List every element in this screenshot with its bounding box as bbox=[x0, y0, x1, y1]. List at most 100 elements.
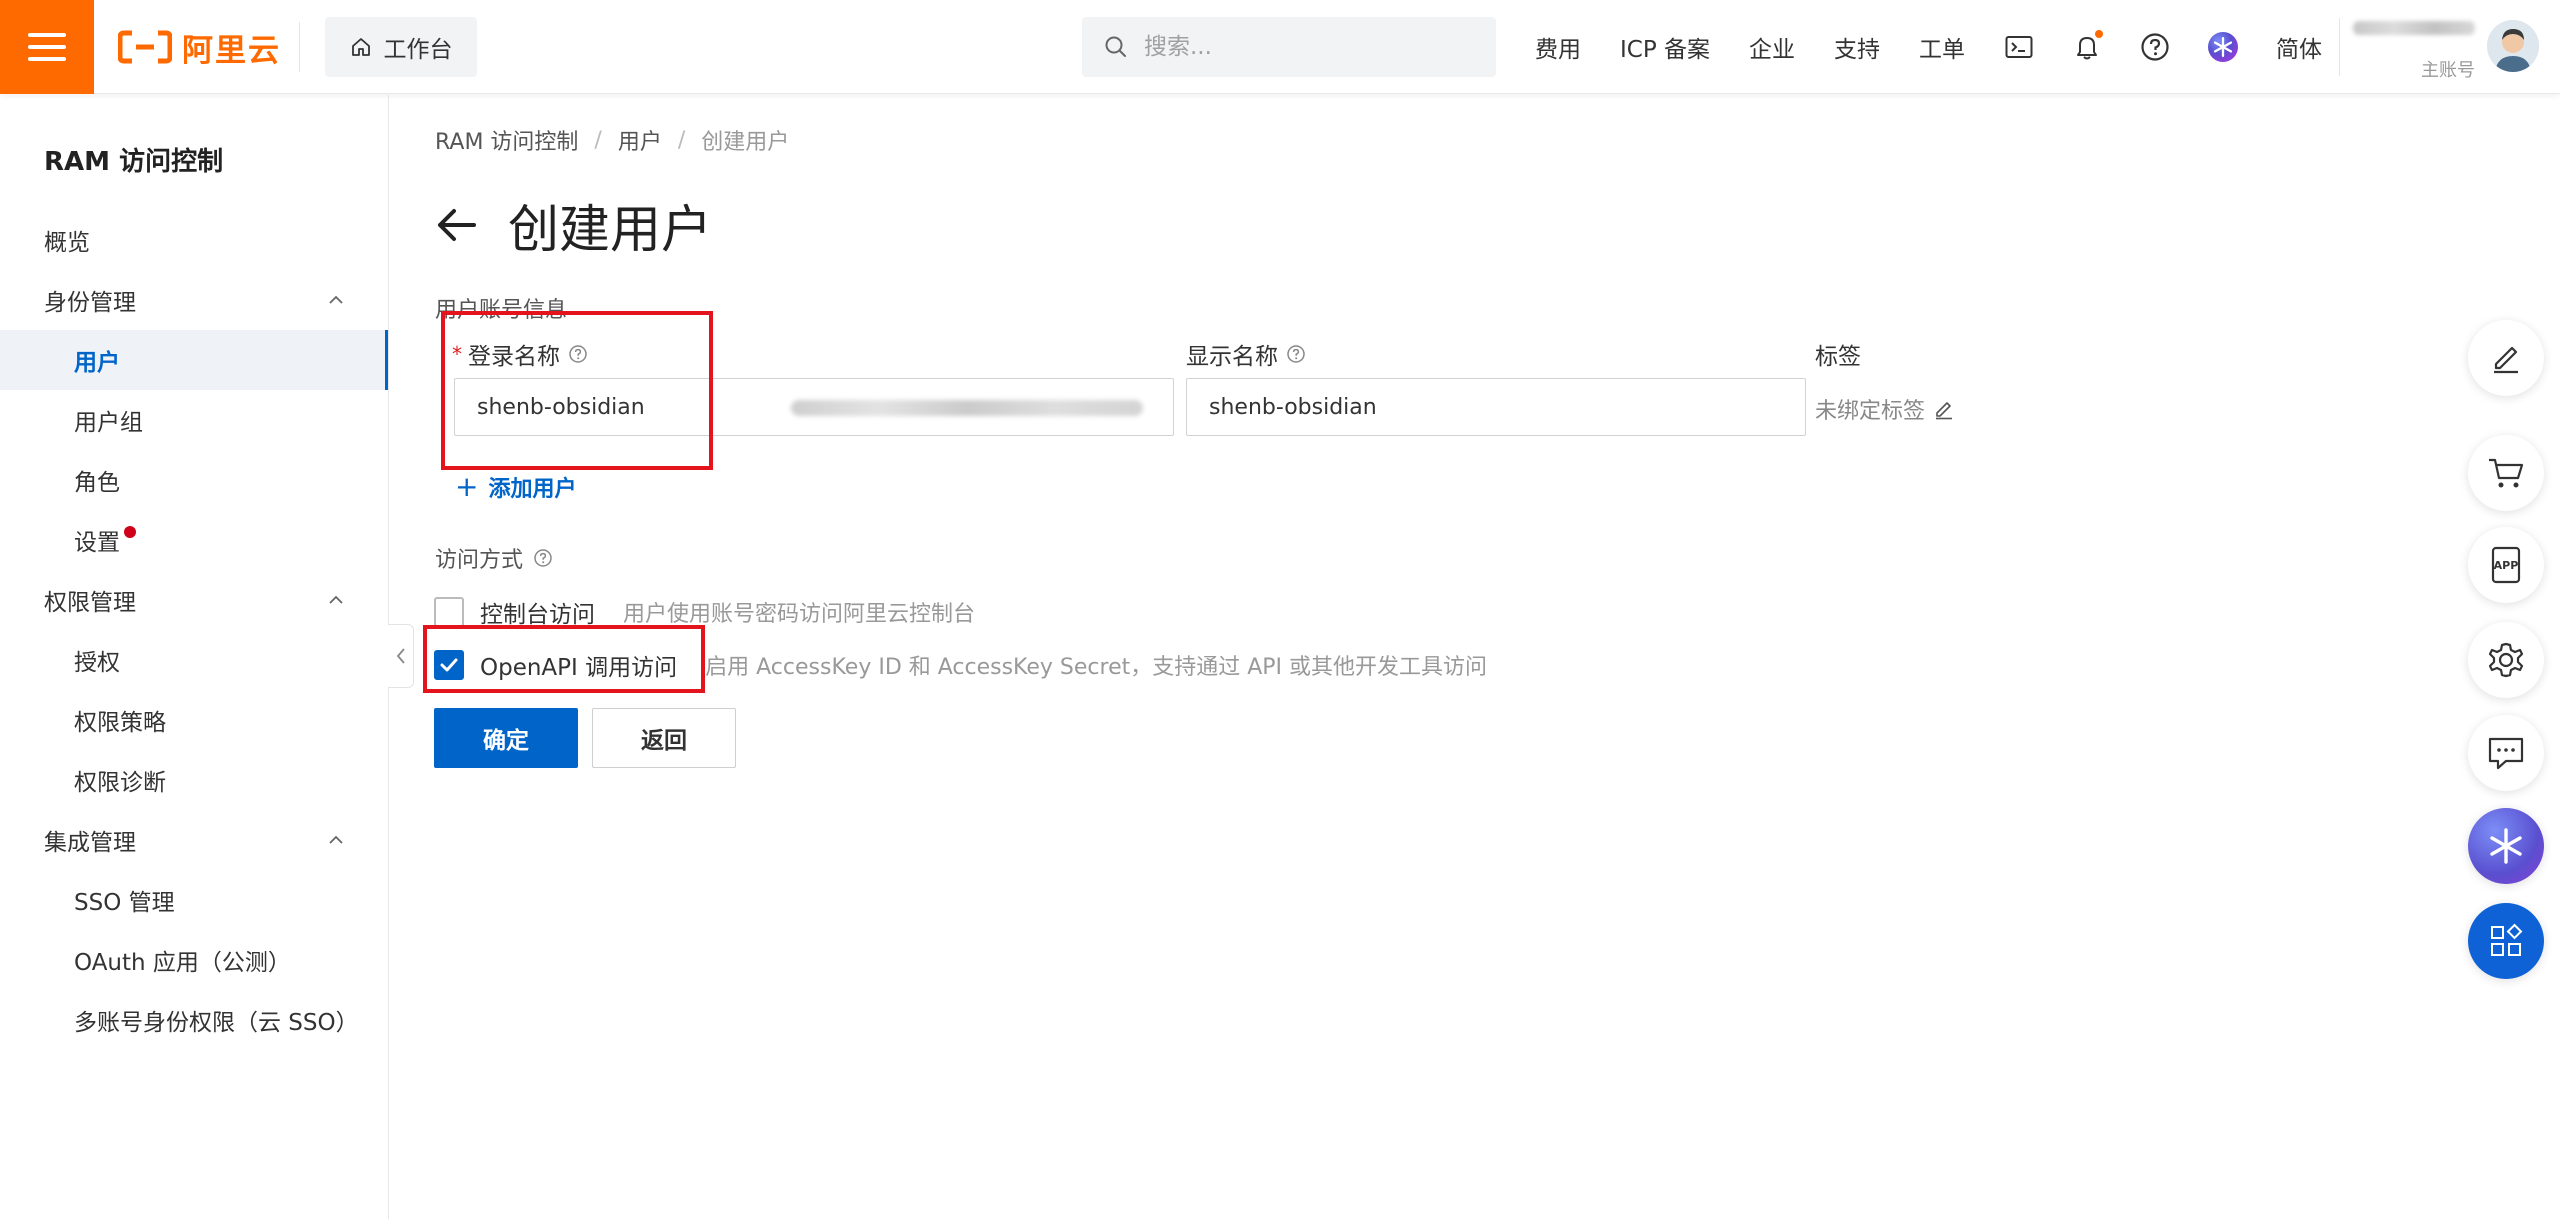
sidebar-item-oauth[interactable]: OAuth 应用（公测） bbox=[0, 930, 388, 990]
account-role: 主账号 bbox=[2421, 60, 2475, 81]
pencil-icon bbox=[2494, 346, 2518, 374]
back-button[interactable]: 返回 bbox=[592, 708, 736, 768]
help-icon[interactable] bbox=[568, 344, 588, 364]
nav-ticket[interactable]: 工单 bbox=[1919, 30, 1965, 64]
sidebar-item-diagnosis[interactable]: 权限诊断 bbox=[0, 750, 388, 810]
divider bbox=[2339, 18, 2340, 76]
back-arrow-icon[interactable] bbox=[432, 201, 480, 249]
nav-enterprise[interactable]: 企业 bbox=[1749, 30, 1795, 64]
chevron-up-icon bbox=[329, 595, 343, 604]
menu-line bbox=[28, 57, 66, 61]
required-mark: * bbox=[452, 342, 462, 366]
tags-value-text: 未绑定标签 bbox=[1815, 399, 1926, 424]
access-method-label-text: 访问方式 bbox=[435, 548, 524, 573]
add-user-label: 添加用户 bbox=[488, 476, 577, 502]
ai-assistant-button[interactable] bbox=[2468, 808, 2544, 884]
breadcrumb-ram[interactable]: RAM 访问控制 bbox=[435, 124, 578, 156]
openapi-access-checkbox[interactable] bbox=[434, 650, 464, 680]
search-icon bbox=[1105, 36, 1126, 57]
sidebar-item-settings[interactable]: 设置 bbox=[0, 510, 388, 570]
sidebar-item-cloud-sso[interactable]: 多账号身份权限（云 SSO） bbox=[0, 990, 388, 1050]
sidebar-item-label: 授权 bbox=[74, 650, 120, 676]
sidebar-group-permissions[interactable]: 权限管理 bbox=[0, 570, 388, 630]
sidebar-collapse-button[interactable] bbox=[388, 624, 414, 688]
ai-assistant-icon[interactable] bbox=[2208, 32, 2239, 62]
tags-label: 标签 bbox=[1815, 337, 1861, 371]
sidebar-item-label: 用户组 bbox=[74, 410, 143, 436]
home-icon bbox=[351, 38, 370, 56]
settings-button[interactable] bbox=[2468, 622, 2544, 698]
feedback-edit-button[interactable] bbox=[2468, 320, 2544, 396]
sidebar-group-identity[interactable]: 身份管理 bbox=[0, 270, 388, 330]
add-user-button[interactable]: + 添加用户 bbox=[455, 470, 576, 503]
nav-support[interactable]: 支持 bbox=[1834, 30, 1880, 64]
sidebar-item-label: 权限管理 bbox=[44, 590, 136, 616]
sidebar-item-label: 概览 bbox=[44, 230, 90, 256]
sidebar-item-user-groups[interactable]: 用户组 bbox=[0, 390, 388, 450]
nav-icp[interactable]: ICP 备案 bbox=[1620, 30, 1710, 64]
hamburger-menu-button[interactable] bbox=[0, 0, 94, 94]
breadcrumb: RAM 访问控制 / 用户 / 创建用户 bbox=[435, 124, 789, 156]
sidebar-item-label: 设置 bbox=[74, 530, 120, 556]
sidebar-menu: 概览 身份管理 用户 用户组 角色 设置 权限管理 授权 权限策略 权限诊断 集… bbox=[0, 210, 388, 1050]
ai-assistant-icon bbox=[2490, 828, 2522, 864]
app-icon: APP bbox=[2491, 546, 2521, 584]
tags-label-text: 标签 bbox=[1815, 344, 1861, 370]
search-input[interactable] bbox=[1144, 34, 1464, 60]
sidebar-item-label: SSO 管理 bbox=[74, 890, 175, 916]
account-info[interactable]: 主账号 bbox=[2350, 14, 2475, 81]
openapi-access-label: OpenAPI 调用访问 bbox=[480, 655, 678, 681]
cart-icon bbox=[2489, 458, 2524, 488]
cart-button[interactable] bbox=[2468, 435, 2544, 511]
workbench-button[interactable]: 工作台 bbox=[325, 17, 477, 77]
chevron-left-icon bbox=[396, 648, 405, 664]
sidebar-item-users[interactable]: 用户 bbox=[0, 330, 388, 390]
terminal-icon[interactable] bbox=[2004, 32, 2034, 62]
confirm-button[interactable]: 确定 bbox=[434, 708, 578, 768]
sidebar-item-overview[interactable]: 概览 bbox=[0, 210, 388, 270]
app-download-button[interactable]: APP bbox=[2468, 527, 2544, 603]
sidebar-item-label: 用户 bbox=[74, 350, 120, 376]
bell-icon[interactable] bbox=[2072, 30, 2104, 62]
notification-dot bbox=[2095, 30, 2104, 38]
checkmark-icon bbox=[440, 658, 458, 672]
page-header: 创建用户 bbox=[432, 188, 712, 262]
breadcrumb-users[interactable]: 用户 bbox=[618, 124, 662, 156]
sidebar-group-integration[interactable]: 集成管理 bbox=[0, 810, 388, 870]
avatar[interactable] bbox=[2487, 20, 2539, 72]
top-bar: 阿里云 工作台 费用 ICP 备案 企业 支持 工单 bbox=[0, 0, 2560, 94]
chevron-up-icon bbox=[329, 295, 343, 304]
page-title: 创建用户 bbox=[508, 201, 713, 260]
help-icon[interactable] bbox=[2140, 32, 2170, 62]
nav-billing[interactable]: 费用 bbox=[1535, 30, 1581, 64]
divider bbox=[299, 22, 300, 72]
apps-grid-button[interactable] bbox=[2468, 903, 2544, 979]
menu-line bbox=[28, 33, 66, 37]
language-switch[interactable]: 简体 bbox=[2276, 30, 2322, 64]
sidebar-item-label: OAuth 应用（公测） bbox=[74, 950, 291, 976]
sidebar-item-grants[interactable]: 授权 bbox=[0, 630, 388, 690]
sidebar-item-sso[interactable]: SSO 管理 bbox=[0, 870, 388, 930]
display-name-label-text: 显示名称 bbox=[1186, 344, 1278, 370]
console-access-option[interactable]: 控制台访问 用户使用账号密码访问阿里云控制台 bbox=[434, 595, 975, 629]
aliyun-logo[interactable]: 阿里云 bbox=[118, 26, 281, 69]
chat-button[interactable] bbox=[2468, 715, 2544, 791]
display-name-field[interactable]: shenb-obsidian bbox=[1186, 378, 1806, 436]
login-name-label: * 登录名称 bbox=[452, 337, 588, 371]
breadcrumb-separator: / bbox=[594, 127, 602, 153]
openapi-access-option[interactable]: OpenAPI 调用访问 启用 AccessKey ID 和 AccessKey… bbox=[434, 648, 1487, 682]
sidebar-item-roles[interactable]: 角色 bbox=[0, 450, 388, 510]
edit-icon[interactable] bbox=[1933, 398, 1955, 420]
brand-text: 阿里云 bbox=[182, 32, 281, 69]
gear-icon bbox=[2488, 642, 2524, 678]
console-access-checkbox[interactable] bbox=[434, 597, 464, 627]
login-name-field[interactable]: shenb-obsidian bbox=[454, 378, 1174, 436]
sidebar-item-policies[interactable]: 权限策略 bbox=[0, 690, 388, 750]
search-box[interactable] bbox=[1082, 17, 1496, 77]
help-icon[interactable] bbox=[1286, 344, 1306, 364]
tags-value[interactable]: 未绑定标签 bbox=[1815, 393, 1955, 425]
sidebar-title: RAM 访问控制 bbox=[44, 147, 224, 177]
sidebar-item-label: 多账号身份权限（云 SSO） bbox=[74, 1010, 359, 1036]
help-icon[interactable] bbox=[533, 548, 553, 568]
breadcrumb-separator: / bbox=[677, 127, 686, 153]
